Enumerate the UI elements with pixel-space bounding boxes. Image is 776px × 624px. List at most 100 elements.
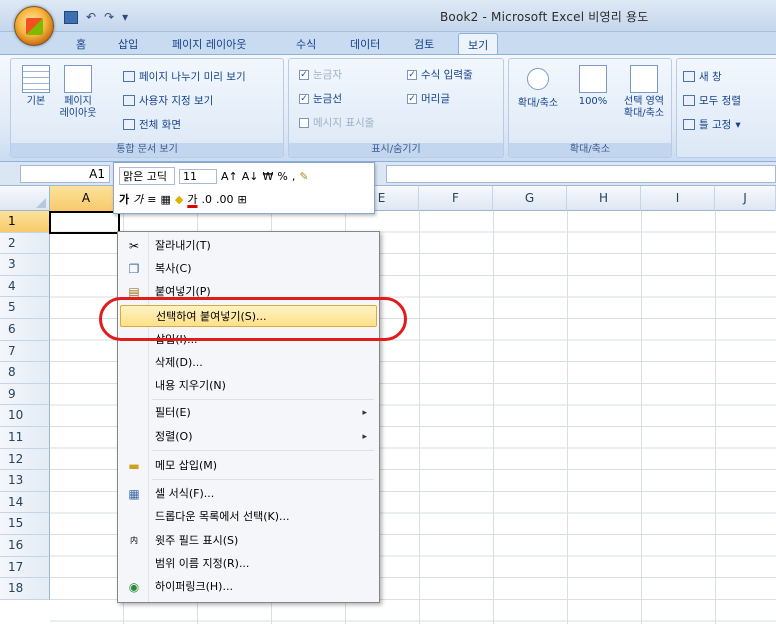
- menu-item-copy[interactable]: ❐ 복사(C): [120, 258, 377, 280]
- zoom-button[interactable]: 확대/축소: [511, 65, 565, 110]
- row-header[interactable]: 1: [0, 211, 50, 233]
- format-painter-icon[interactable]: ✎: [299, 170, 308, 183]
- comma-button[interactable]: ,: [292, 170, 296, 183]
- row-header[interactable]: 14: [0, 491, 50, 514]
- normal-view-button[interactable]: 기본: [15, 65, 57, 108]
- page-layout-view-button[interactable]: 페이지 레이아웃: [57, 65, 99, 120]
- currency-button[interactable]: ₩: [263, 170, 274, 183]
- shrink-font-icon[interactable]: A↓: [242, 170, 259, 183]
- tab-insert[interactable]: 삽입: [118, 36, 138, 52]
- save-icon[interactable]: [64, 10, 78, 24]
- ruler-checkbox[interactable]: 눈금자: [299, 67, 342, 82]
- full-screen-button[interactable]: 전체 화면: [123, 117, 181, 132]
- menu-item-format-cells[interactable]: ▦ 셀 서식(F)...: [120, 483, 377, 505]
- menu-item-insert-comment[interactable]: ▬ 메모 삽입(M): [120, 455, 377, 477]
- column-header[interactable]: G: [493, 186, 567, 211]
- font-select[interactable]: 맑은 고딕: [119, 167, 175, 185]
- gridlines-checkbox[interactable]: 눈금선: [299, 91, 342, 106]
- message-bar-checkbox[interactable]: 메시지 표시줄: [299, 115, 374, 130]
- zoom-to-selection-button[interactable]: 선택 영역 확대/축소: [617, 65, 671, 120]
- undo-icon[interactable]: ↶: [86, 10, 96, 24]
- italic-button[interactable]: 가: [133, 191, 143, 207]
- headings-checkbox[interactable]: 머리글: [407, 91, 450, 106]
- menu-item-clear-contents[interactable]: 내용 지우기(N): [120, 375, 377, 397]
- row-header[interactable]: 11: [0, 427, 50, 449]
- redo-icon[interactable]: ↷: [104, 10, 114, 24]
- grow-font-icon[interactable]: A↑: [221, 170, 238, 183]
- zoom-group: 확대/축소 100% 선택 영역 확대/축소 확대/축소: [508, 58, 672, 158]
- tab-view[interactable]: 보기: [458, 33, 499, 55]
- office-logo-icon: [26, 18, 43, 35]
- checkbox-icon: [299, 93, 309, 104]
- row-header[interactable]: 2: [0, 232, 50, 255]
- menu-item-show-phonetic[interactable]: 内 윗주 필드 표시(S): [120, 530, 377, 552]
- arrange-all-button[interactable]: 모두 정렬: [683, 93, 741, 108]
- column-header[interactable]: I: [641, 186, 715, 211]
- percent-button[interactable]: %: [277, 170, 287, 183]
- name-box[interactable]: A1: [20, 165, 110, 183]
- office-button[interactable]: [14, 6, 54, 46]
- bold-button[interactable]: 가: [119, 191, 129, 207]
- fill-color-icon[interactable]: ◆: [175, 193, 183, 206]
- title-bar: ↶ ↷ ▾ Book2 - Microsoft Excel 비영리 용도: [0, 0, 776, 46]
- row-header[interactable]: 16: [0, 535, 50, 557]
- column-header[interactable]: F: [419, 186, 493, 211]
- freeze-panes-button[interactable]: 틀 고정 ▾: [683, 117, 741, 132]
- workbook-views-group: 기본 페이지 레이아웃 페이지 나누기 미리 보기 사용자 지정 보기 전체 화면…: [10, 58, 284, 158]
- new-window-button[interactable]: 새 창: [683, 69, 722, 84]
- mini-toolbar-row-2: 가 가 ≡ ▦ ◆ 가 .0 .00 ⊞: [119, 191, 247, 207]
- row-header[interactable]: 5: [0, 297, 50, 319]
- menu-item-cut[interactable]: ✂ 잘라내기(T): [120, 235, 377, 257]
- column-header[interactable]: H: [567, 186, 641, 211]
- column-header[interactable]: J: [715, 186, 776, 211]
- borders-icon[interactable]: ▦: [160, 193, 170, 206]
- gridline: [493, 211, 494, 624]
- formula-bar-checkbox[interactable]: 수식 입력줄: [407, 67, 473, 82]
- group-label: 표시/숨기기: [289, 143, 503, 157]
- page-break-icon: [123, 71, 135, 82]
- row-header[interactable]: 3: [0, 254, 50, 276]
- menu-item-filter[interactable]: 필터(E) ▸: [120, 402, 377, 424]
- increase-decimal-icon[interactable]: .0: [201, 193, 212, 206]
- row-header[interactable]: 6: [0, 319, 50, 341]
- customize-qat-icon[interactable]: ▾: [122, 10, 128, 24]
- align-center-icon[interactable]: ≡: [147, 193, 156, 206]
- row-header[interactable]: 8: [0, 362, 50, 384]
- row-header[interactable]: 10: [0, 405, 50, 427]
- row-header[interactable]: 18: [0, 578, 50, 600]
- mini-toolbar-row-1: 맑은 고딕 11 A↑ A↓ ₩ % , ✎: [119, 167, 309, 185]
- formula-input[interactable]: [386, 165, 776, 183]
- tab-home[interactable]: 홈: [76, 36, 86, 52]
- scissors-icon: ✂: [128, 239, 140, 253]
- normal-view-icon: [22, 65, 50, 93]
- custom-views-button[interactable]: 사용자 지정 보기: [123, 93, 213, 108]
- row-header[interactable]: 15: [0, 513, 50, 535]
- tab-formulas[interactable]: 수식: [296, 36, 316, 52]
- mini-toolbar: 맑은 고딕 11 A↑ A↓ ₩ % , ✎ 가 가 ≡ ▦ ◆ 가 .0 .0…: [113, 162, 375, 214]
- menu-item-sort[interactable]: 정렬(O) ▸: [120, 426, 377, 448]
- submenu-arrow-icon: ▸: [362, 432, 367, 442]
- menu-item-define-name[interactable]: 범위 이름 지정(R)...: [120, 553, 377, 575]
- decrease-decimal-icon[interactable]: .00: [216, 193, 234, 206]
- menu-item-pick-from-list[interactable]: 드롭다운 목록에서 선택(K)...: [120, 506, 377, 528]
- menu-item-hyperlink[interactable]: ◉ 하이퍼링크(H)...: [120, 576, 377, 598]
- row-header[interactable]: 7: [0, 340, 50, 363]
- active-cell-a1[interactable]: [49, 211, 120, 234]
- merge-center-icon[interactable]: ⊞: [237, 193, 246, 206]
- font-size-select[interactable]: 11: [179, 168, 217, 184]
- row-header[interactable]: 13: [0, 470, 50, 492]
- tab-data[interactable]: 데이터: [350, 36, 380, 52]
- magnifier-icon: [527, 68, 549, 90]
- tab-review[interactable]: 검토: [414, 36, 434, 52]
- submenu-arrow-icon: ▸: [362, 408, 367, 418]
- row-header[interactable]: 4: [0, 275, 50, 298]
- page-break-preview-button[interactable]: 페이지 나누기 미리 보기: [123, 69, 246, 84]
- row-header[interactable]: 17: [0, 556, 50, 579]
- zoom-100-button[interactable]: 100%: [571, 65, 615, 108]
- row-header[interactable]: 9: [0, 383, 50, 406]
- font-color-button[interactable]: 가: [187, 191, 197, 207]
- select-all-button[interactable]: [0, 186, 50, 211]
- row-header[interactable]: 12: [0, 448, 50, 471]
- menu-item-delete[interactable]: 삭제(D)...: [120, 352, 377, 374]
- tab-page-layout[interactable]: 페이지 레이아웃: [172, 36, 246, 52]
